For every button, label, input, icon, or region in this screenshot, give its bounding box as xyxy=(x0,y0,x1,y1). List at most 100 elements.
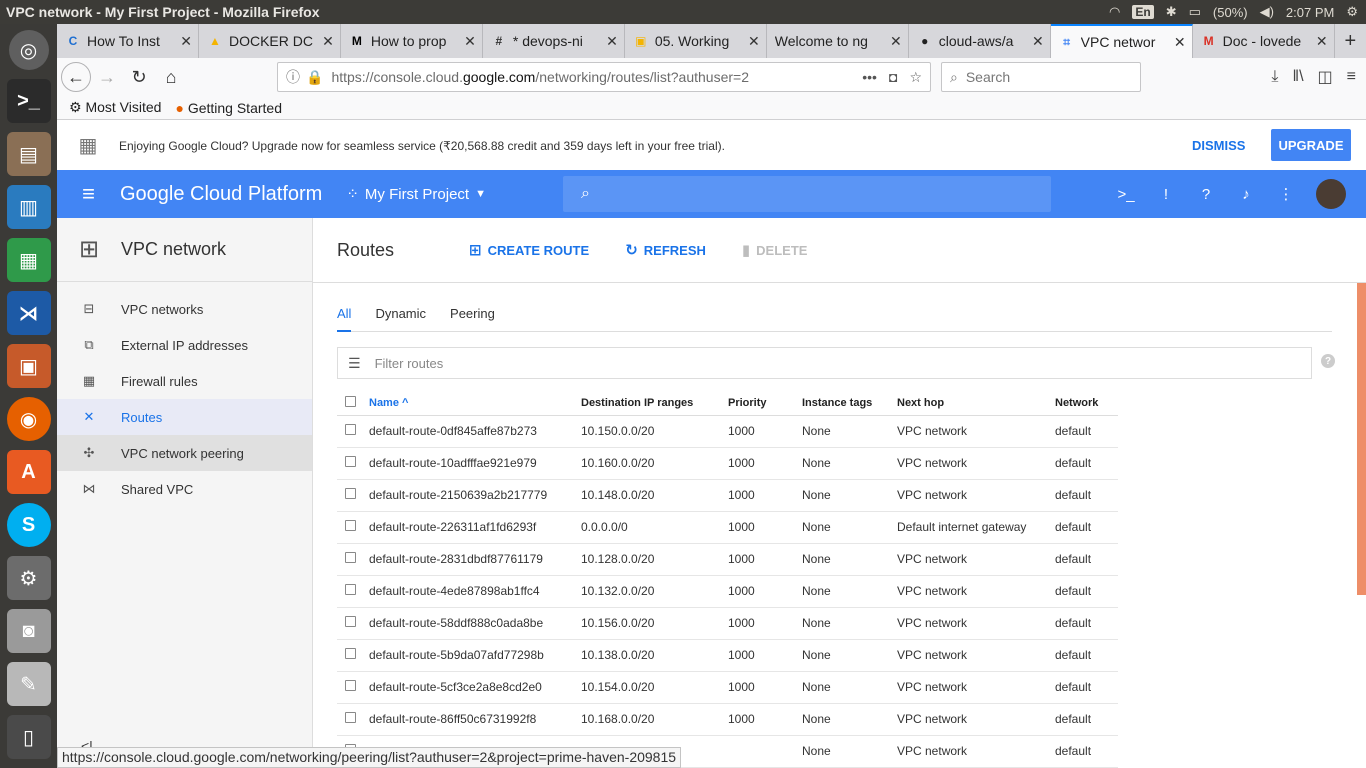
sidebar-item-shared-vpc[interactable]: ⋈ Shared VPC xyxy=(57,471,312,507)
tab-dynamic[interactable]: Dynamic xyxy=(375,302,426,332)
close-tab-icon[interactable]: ✕ xyxy=(606,33,618,50)
column-header-network[interactable]: Network xyxy=(1055,391,1118,416)
sidebar-item-external-ip[interactable]: ⧉ External IP addresses xyxy=(57,327,312,363)
nav-menu-icon[interactable]: ≡ xyxy=(57,181,120,207)
avatar[interactable] xyxy=(1316,179,1346,209)
close-tab-icon[interactable]: ✕ xyxy=(748,33,760,50)
battery-icon[interactable]: ▭ xyxy=(1189,4,1201,20)
bookmark-star-icon[interactable]: ☆ xyxy=(909,69,922,86)
browser-tab-active[interactable]: ⌗ VPC networ ✕ xyxy=(1050,24,1193,58)
row-checkbox[interactable] xyxy=(337,639,369,672)
row-checkbox[interactable] xyxy=(337,703,369,736)
tab-peering[interactable]: Peering xyxy=(450,302,495,332)
row-checkbox[interactable] xyxy=(337,543,369,576)
column-header-instance-tags[interactable]: Instance tags xyxy=(802,391,897,416)
table-row[interactable]: default-route-226311af1fd6293f 0.0.0.0/0 1… xyxy=(337,511,1118,544)
wifi-icon[interactable]: ◠ xyxy=(1109,4,1120,20)
calc-icon[interactable]: ▦ xyxy=(6,238,51,282)
more-vert-icon[interactable]: ⋮ xyxy=(1276,184,1296,204)
column-header-name[interactable]: Name ^ xyxy=(369,391,581,416)
browser-tab[interactable]: M How to prop ✕ xyxy=(341,24,483,58)
table-row[interactable]: default-route-10adfffae921e979 10.160.0.0… xyxy=(337,447,1118,480)
search-input[interactable]: ⌕ Search xyxy=(941,62,1141,92)
sidebar-toggle-icon[interactable]: ◫ xyxy=(1318,67,1333,87)
upgrade-button[interactable]: UPGRADE xyxy=(1271,129,1351,161)
vscode-icon[interactable]: ⋊ xyxy=(6,291,51,335)
tab-all[interactable]: All xyxy=(337,302,352,332)
browser-tab[interactable]: # * devops-ni ✕ xyxy=(483,24,625,58)
browser-tab[interactable]: C How To Inst ✕ xyxy=(57,24,199,58)
sidebar-item-firewall-rules[interactable]: ▦ Firewall rules xyxy=(57,363,312,399)
network-cell[interactable]: default xyxy=(1055,735,1118,768)
firefox-icon[interactable]: ◉ xyxy=(6,397,51,441)
notifications-bell-icon[interactable]: ♪ xyxy=(1236,184,1256,204)
close-tab-icon[interactable]: ✕ xyxy=(890,33,902,50)
library-icon[interactable]: ‖\ xyxy=(1292,68,1303,86)
create-route-button[interactable]: ⊞ CREATE ROUTE xyxy=(469,241,589,259)
network-cell[interactable]: default xyxy=(1055,511,1118,544)
bookmark-most-visited[interactable]: ⚙ Most Visited xyxy=(69,99,161,116)
column-header-next-hop[interactable]: Next hop xyxy=(897,391,1055,416)
table-row[interactable]: default-route-5cf3ce2a8e8cd2e0 10.154.0.0… xyxy=(337,671,1118,704)
network-cell[interactable]: default xyxy=(1055,479,1118,512)
row-checkbox[interactable] xyxy=(337,479,369,512)
table-row[interactable]: default-route-4ede87898ab1ffc4 10.132.0.0… xyxy=(337,575,1118,608)
network-cell[interactable]: default xyxy=(1055,607,1118,640)
bookmark-getting-started[interactable]: ● Getting Started xyxy=(175,100,282,116)
hamburger-menu-icon[interactable]: ≡ xyxy=(1347,68,1356,86)
table-row[interactable]: default-route-2831dbdf87761179 10.128.0.0… xyxy=(337,543,1118,576)
route-name-cell[interactable]: default-route-0df845affe87b273 xyxy=(369,415,581,448)
row-checkbox[interactable] xyxy=(337,671,369,704)
network-cell[interactable]: default xyxy=(1055,639,1118,672)
url-bar[interactable]: ⓘ 🔒 https://console.cloud. google.com/net… xyxy=(277,62,931,92)
settings-gear-icon[interactable]: ⚙ xyxy=(1346,4,1358,20)
filter-routes-input[interactable]: ☰ Filter routes xyxy=(337,347,1312,379)
column-header-priority[interactable]: Priority xyxy=(728,391,802,416)
reload-icon[interactable]: ↻ xyxy=(123,61,155,93)
row-checkbox[interactable] xyxy=(337,447,369,480)
browser-tab[interactable]: M Doc - lovede ✕ xyxy=(1193,24,1335,58)
close-tab-icon[interactable]: ✕ xyxy=(464,33,476,50)
back-arrow-icon[interactable]: ← xyxy=(61,62,91,92)
network-cell[interactable]: default xyxy=(1055,543,1118,576)
text-editor-icon[interactable]: ✎ xyxy=(6,662,51,706)
volume-icon[interactable]: ◀) xyxy=(1260,4,1274,20)
gcp-brand[interactable]: Google Cloud Platform xyxy=(120,183,322,206)
column-header-destination[interactable]: Destination IP ranges xyxy=(581,391,728,416)
camera-icon[interactable]: ◙ xyxy=(6,609,51,653)
row-checkbox[interactable] xyxy=(337,607,369,640)
feedback-icon[interactable]: ! xyxy=(1156,184,1176,204)
network-cell[interactable]: default xyxy=(1055,575,1118,608)
route-name-cell[interactable]: default-route-10adfffae921e979 xyxy=(369,447,581,480)
writer-icon[interactable]: ▥ xyxy=(6,185,51,229)
downloads-icon[interactable]: ⤓ xyxy=(1271,68,1278,86)
scrollbar-thumb[interactable] xyxy=(1357,283,1366,595)
close-tab-icon[interactable]: ✕ xyxy=(1032,33,1044,50)
pocket-icon[interactable]: ◘ xyxy=(889,69,897,86)
browser-tab[interactable]: ● cloud-aws/a ✕ xyxy=(909,24,1051,58)
network-cell[interactable]: default xyxy=(1055,447,1118,480)
delete-button[interactable]: ▮ DELETE xyxy=(742,241,808,259)
info-icon[interactable]: ⓘ xyxy=(286,67,300,87)
table-row[interactable]: default-route-0df845affe87b273 10.150.0.0… xyxy=(337,415,1118,448)
route-name-cell[interactable]: default-route-86ff50c6731992f8 xyxy=(369,703,581,736)
route-name-cell[interactable]: default-route-58ddf888c0ada8be xyxy=(369,607,581,640)
route-name-cell[interactable]: default-route-5cf3ce2a8e8cd2e0 xyxy=(369,671,581,704)
battery-percent[interactable]: (50%) xyxy=(1213,5,1248,20)
terminal-icon[interactable]: >_ xyxy=(6,79,51,123)
row-checkbox[interactable] xyxy=(337,575,369,608)
help-icon[interactable]: ? xyxy=(1196,184,1216,204)
ubuntu-dash-icon[interactable]: ◎ xyxy=(8,30,49,70)
sidebar-item-vpc-networks[interactable]: ⊟ VPC networks xyxy=(57,291,312,327)
close-tab-icon[interactable]: ✕ xyxy=(180,33,192,50)
home-icon[interactable]: ⌂ xyxy=(155,61,187,93)
network-cell[interactable]: default xyxy=(1055,415,1118,448)
trash-icon[interactable]: ▯ xyxy=(6,715,51,759)
table-row[interactable]: default-route-86ff50c6731992f8 10.168.0.0… xyxy=(337,703,1118,736)
close-tab-icon[interactable]: ✕ xyxy=(322,33,334,50)
new-tab-plus-icon[interactable]: + xyxy=(1335,24,1366,58)
help-circle-icon[interactable]: ? xyxy=(1321,354,1335,368)
table-row[interactable]: default-route-58ddf888c0ada8be 10.156.0.0… xyxy=(337,607,1118,640)
table-row[interactable]: default-route-5b9da07afd77298b 10.138.0.0… xyxy=(337,639,1118,672)
row-checkbox[interactable] xyxy=(337,511,369,544)
